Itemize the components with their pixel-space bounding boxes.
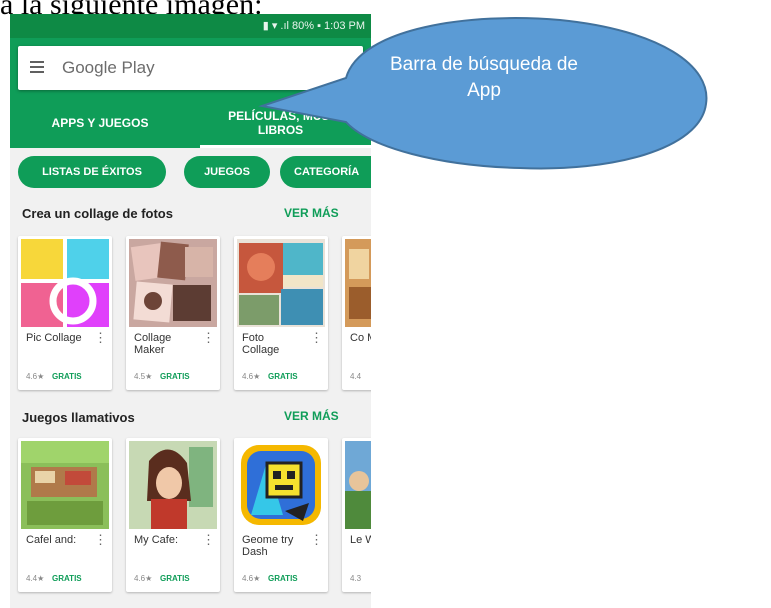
callout-text: Barra de búsqueda de App	[389, 54, 579, 101]
